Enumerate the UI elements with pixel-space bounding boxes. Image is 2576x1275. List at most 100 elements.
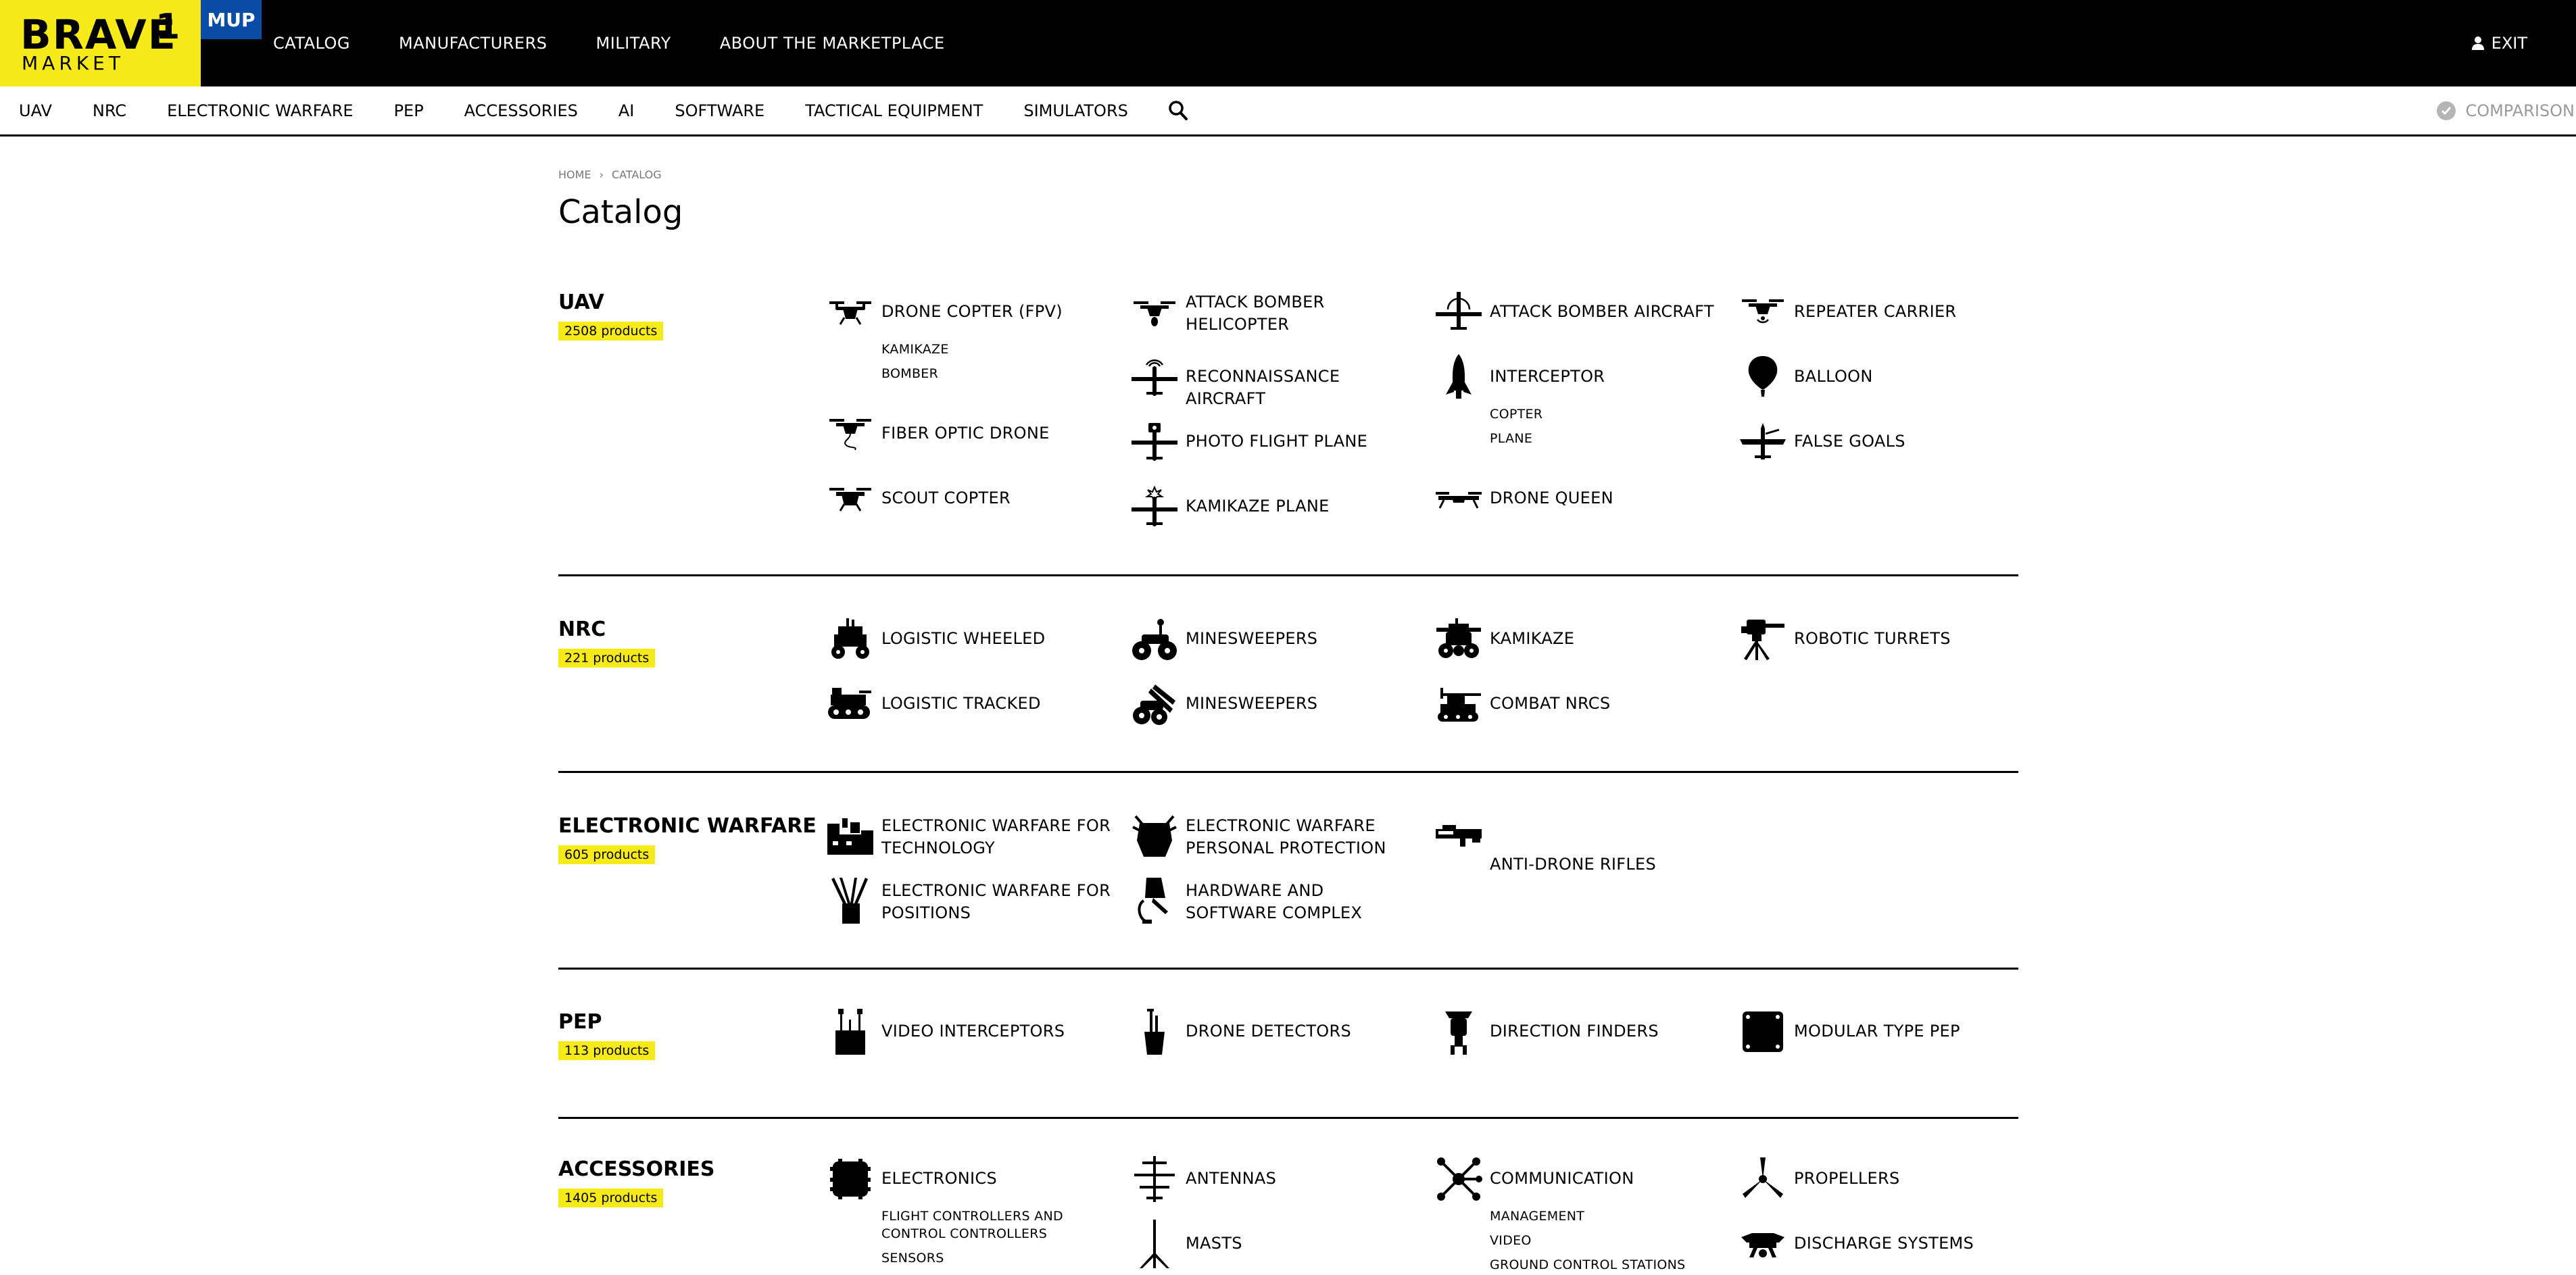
product-count-badge: 2508 products [558,322,664,341]
section-divider [558,968,2018,970]
section-accessories: ACCESSORIES 1405 products ELECTRONICS FL… [558,1151,2018,1275]
subnav-software[interactable]: SOFTWARE [675,101,764,120]
logo-number: 1 [155,7,180,47]
category-label: HARDWARE AND SOFTWARE COMPLEX [1186,881,1363,922]
section-title[interactable]: UAV [558,291,604,314]
product-count-badge: 221 products [558,649,656,668]
ew-antenna-icon [825,875,876,926]
module-icon [1737,1006,1789,1057]
category-label: ELECTRONIC WARFARE FOR POSITIONS [881,881,1111,922]
subcategory-bomber[interactable]: BOMBER [881,365,1111,382]
subcategory-sensors[interactable]: SENSORS [881,1249,1111,1267]
nav-military[interactable]: MILITARY [596,34,671,53]
section-title[interactable]: ELECTRONIC WARFARE [558,814,817,838]
plane-icon [1129,351,1180,403]
plane-icon [1433,286,1484,338]
category-label: MINESWEEPERS [1186,629,1318,648]
section-title[interactable]: NRC [558,618,606,641]
section-divider [558,1117,2018,1119]
mast-icon [1129,1218,1180,1270]
subnav-ai[interactable]: AI [618,101,635,120]
category-label: ATTACK BOMBER HELICOPTER [1186,293,1325,334]
category-label: VIDEO INTERCEPTORS [881,1022,1065,1041]
subnav-nrc[interactable]: NRC [93,101,126,120]
subcategory-ground-control-stations[interactable]: GROUND CONTROL STATIONS [1490,1256,1720,1274]
balloon-icon [1737,351,1789,403]
subcategory-management[interactable]: MANAGEMENT [1490,1207,1720,1225]
breadcrumb: HOME › CATALOG [558,168,662,181]
rocket-icon [1433,351,1484,403]
minesweeper-icon [1129,614,1180,665]
hardware-icon [1129,875,1180,926]
category-label: ANTENNAS [1186,1169,1277,1188]
subcategory-video[interactable]: VIDEO [1490,1232,1720,1249]
chip-icon [825,1153,876,1205]
category-label: DISCHARGE SYSTEMS [1794,1234,1974,1253]
brand-logo[interactable]: BRAVE 1 MARKET [0,0,201,86]
nav-catalog[interactable]: CATALOG [273,34,350,53]
quadcopter-icon [825,473,876,524]
mup-badge[interactable]: MUP [201,0,262,39]
detector-icon [1129,1006,1180,1057]
category-label: LOGISTIC WHEELED [881,629,1046,648]
category-label: INTERCEPTOR [1490,367,1605,386]
subcategory-kamikaze[interactable]: KAMIKAZE [881,341,1111,358]
category-label: BALLOON [1794,367,1873,386]
search-icon[interactable] [1167,99,1189,122]
logo-subtext: MARKET [22,52,124,74]
subcategory-flight-controllers[interactable]: FLIGHT CONTROLLERS AND CONTROL CONTROLLE… [881,1207,1111,1243]
turret-icon [1737,614,1789,665]
section-title[interactable]: ACCESSORIES [558,1157,714,1181]
fiber-drone-icon [825,408,876,459]
subnav-ew[interactable]: ELECTRONIC WARFARE [167,101,353,120]
video-interceptor-icon [825,1006,876,1057]
category-label: FIBER OPTIC DRONE [881,424,1050,443]
category-label: MASTS [1186,1234,1242,1253]
section-title[interactable]: PEP [558,1010,602,1034]
comparison-label: COMPARISON [2465,101,2575,120]
exit-button[interactable]: EXIT [2471,0,2527,86]
minesweeper-icon [1129,678,1180,730]
category-label: PROPELLERS [1794,1169,1900,1188]
category-label: ELECTRONIC WARFARE PERSONAL PROTECTION [1186,816,1386,857]
breadcrumb-catalog: CATALOG [611,168,662,181]
category-label: ATTACK BOMBER AIRCRAFT [1490,302,1714,321]
category-label: REPEATER CARRIER [1794,302,1957,321]
comparison-button[interactable]: COMPARISON [2437,86,2575,134]
category-label: DRONE COPTER (FPV) [881,302,1063,321]
product-count-badge: 113 products [558,1041,656,1060]
category-label: MINESWEEPERS [1186,694,1318,713]
network-icon [1433,1153,1484,1205]
category-label: ELECTRONIC WARFARE FOR TECHNOLOGY [881,816,1111,857]
category-label: DIRECTION FINDERS [1490,1022,1659,1041]
breadcrumb-home[interactable]: HOME [558,168,591,181]
section-uav: UAV 2508 products DRONE COPTER (FPV) KAM… [558,284,2018,576]
category-label: COMBAT NRCS [1490,694,1611,713]
nav-about[interactable]: ABOUT THE MARKETPLACE [720,34,945,53]
subnav-accessories[interactable]: ACCESSORIES [464,101,578,120]
bomber-copter-icon [1129,286,1180,338]
subnav-uav[interactable]: UAV [19,101,52,120]
category-label: FALSE GOALS [1794,432,1905,451]
category-nav: UAV NRC ELECTRONIC WARFARE PEP ACCESSORI… [0,86,2576,136]
nav-manufacturers[interactable]: MANUFACTURERS [399,34,547,53]
subnav-simulators[interactable]: SIMULATORS [1023,101,1128,120]
discharge-icon [1737,1218,1789,1270]
category-label: RECONNAISSANCE AIRCRAFT [1186,367,1340,408]
category-label: DRONE DETECTORS [1186,1022,1351,1041]
section-divider [558,771,2018,773]
subnav-pep[interactable]: PEP [394,101,424,120]
section-nrc: NRC 221 products LOGISTIC WHEELED LOGIST… [558,611,2018,773]
chevron-right-icon: › [599,168,604,181]
rifle-icon [1433,810,1484,861]
category-label: ROBOTIC TURRETS [1794,629,1951,648]
subcategory-copter[interactable]: COPTER [1490,405,1720,423]
product-count-badge: 605 products [558,845,656,864]
category-label: KAMIKAZE [1490,629,1575,648]
subnav-tactical[interactable]: TACTICAL EQUIPMENT [805,101,983,120]
subcategory-plane[interactable]: PLANE [1490,430,1720,447]
logo-text: BRAVE [20,11,177,59]
page-title: Catalog [558,193,683,231]
ew-personal-icon [1129,810,1180,861]
quadcopter-icon [1433,473,1484,524]
